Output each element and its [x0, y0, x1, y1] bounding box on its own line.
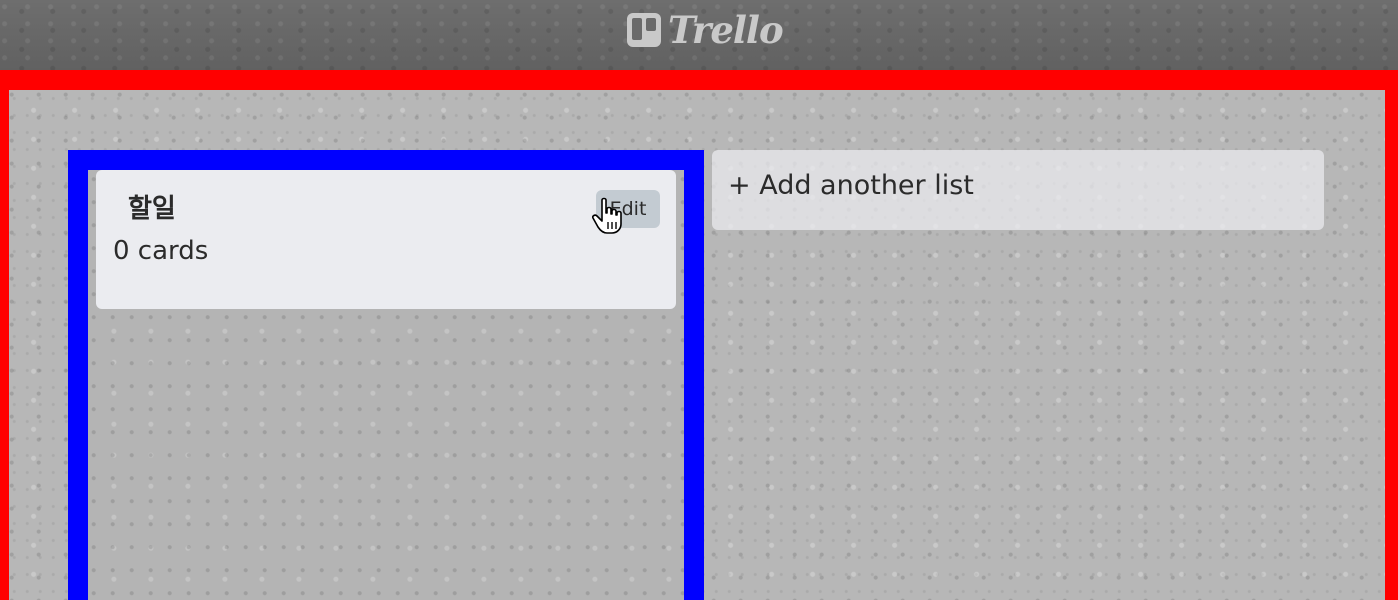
app-header: Trello: [0, 0, 1398, 70]
board-frame: 할일 0 cards Edit + Add another list: [0, 70, 1398, 600]
board-canvas: 할일 0 cards Edit + Add another list: [9, 90, 1385, 600]
list-title[interactable]: 할일: [128, 192, 176, 226]
add-another-list-label: + Add another list: [728, 170, 974, 201]
list-card-count: 0 cards: [113, 236, 209, 266]
hand-pointer-icon: [592, 197, 622, 234]
list-header: 할일 0 cards Edit: [96, 170, 676, 309]
trello-logo[interactable]: Trello: [626, 8, 784, 52]
add-another-list-button[interactable]: + Add another list: [712, 150, 1324, 230]
trello-board-icon: [627, 13, 661, 47]
app-name: Trello: [668, 8, 784, 52]
